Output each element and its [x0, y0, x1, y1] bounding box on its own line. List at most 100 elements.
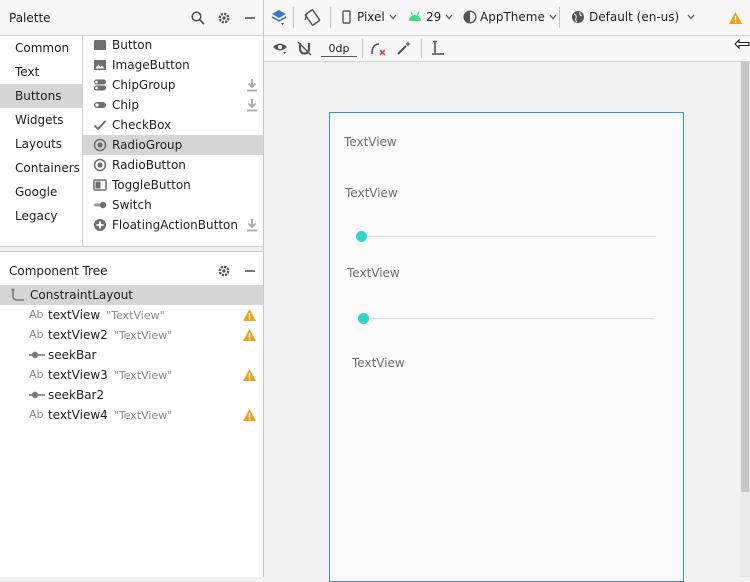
checkbox-icon: [93, 120, 107, 131]
tree-item-textview3[interactable]: Ab textView3 "TextView": [0, 365, 263, 385]
magnet-off-icon[interactable]: [297, 41, 312, 56]
seekbar-icon: [29, 351, 45, 359]
palette-item-chip[interactable]: Chip: [83, 95, 263, 115]
radio-group-icon: [93, 138, 107, 152]
seekbar-track: [364, 318, 654, 319]
palette-header: Palette: [0, 0, 263, 36]
category-containers[interactable]: Containers: [0, 156, 82, 180]
gear-icon[interactable]: [215, 262, 232, 279]
tree-item-textview4[interactable]: Ab textView4 "TextView": [0, 405, 263, 425]
canvas-seekbar2[interactable]: [358, 313, 654, 325]
left-pane: Palette Common Text Buttons Widgets Layo…: [0, 0, 264, 577]
canvas-textview3[interactable]: TextView: [347, 266, 400, 280]
layers-icon[interactable]: [270, 8, 288, 26]
category-text[interactable]: Text: [0, 60, 82, 84]
toggle-button-icon: [93, 179, 107, 191]
scrollbar-thumb[interactable]: [741, 62, 749, 492]
phone-icon: [342, 10, 351, 24]
palette-item-button[interactable]: Button: [83, 35, 263, 55]
canvas-seekbar[interactable]: [356, 231, 656, 243]
text-view-icon: Ab: [29, 328, 44, 341]
device-selector[interactable]: Pixel: [342, 10, 397, 24]
button-icon: [94, 40, 106, 50]
palette-item-floatingactionbutton[interactable]: FloatingActionButton: [83, 215, 263, 235]
palette-item-radiobutton[interactable]: RadioButton: [83, 155, 263, 175]
fab-icon: [94, 219, 106, 231]
palette-categories: Common Text Buttons Widgets Layouts Cont…: [0, 36, 83, 246]
warning-icon[interactable]: [242, 328, 257, 342]
minimize-icon[interactable]: [241, 262, 258, 279]
download-icon[interactable]: [245, 77, 259, 93]
text-view-icon: Ab: [29, 308, 44, 321]
toolbar-separator: [330, 7, 331, 28]
component-tree-title: Component Tree: [9, 264, 108, 278]
palette-item-togglebutton[interactable]: ToggleButton: [83, 175, 263, 195]
canvas-textview[interactable]: TextView: [344, 135, 397, 149]
chevron-down-icon: [389, 14, 397, 20]
clear-constraints-icon[interactable]: [370, 40, 387, 57]
minimize-icon[interactable]: [241, 9, 258, 26]
canvas-textview4[interactable]: TextView: [352, 356, 405, 370]
seekbar-track: [362, 236, 656, 237]
palette-title: Palette: [9, 11, 51, 25]
chevron-down-icon: [687, 14, 695, 20]
infer-constraints-icon[interactable]: [396, 40, 412, 56]
download-icon[interactable]: [245, 97, 259, 113]
warning-icon[interactable]: [242, 368, 257, 382]
chevron-down-icon: [549, 14, 557, 20]
image-button-icon: [94, 60, 106, 70]
design-toolbar: Pixel 29 AppTheme Default (en-us): [264, 0, 750, 36]
palette-items: Button ImageButton ChipGroup Chip CheckB…: [83, 36, 263, 246]
warning-icon[interactable]: [242, 308, 257, 322]
tree-item-seekbar[interactable]: seekBar: [0, 345, 263, 365]
gear-icon[interactable]: [215, 9, 232, 26]
warning-icon[interactable]: [242, 408, 257, 422]
category-common[interactable]: Common: [0, 36, 82, 60]
canvas-textview2[interactable]: TextView: [345, 186, 398, 200]
category-layouts[interactable]: Layouts: [0, 132, 82, 156]
warning-icon[interactable]: [728, 11, 743, 25]
category-google[interactable]: Google: [0, 180, 82, 204]
palette-item-radiogroup[interactable]: RadioGroup: [83, 135, 263, 155]
api-level-selector[interactable]: 29: [408, 10, 453, 24]
layout-toolbar: 0dp: [264, 36, 750, 62]
pane-divider[interactable]: [0, 246, 263, 252]
globe-icon: [572, 11, 584, 23]
orientation-icon[interactable]: [304, 9, 321, 26]
search-icon[interactable]: [189, 9, 206, 26]
switch-icon: [94, 201, 107, 209]
locale-selector[interactable]: Default (en-us): [571, 10, 695, 24]
palette-item-switch[interactable]: Switch: [83, 195, 263, 215]
eye-icon[interactable]: [272, 41, 288, 55]
theme-icon: [463, 10, 477, 24]
guidelines-icon[interactable]: [431, 40, 445, 56]
chevron-down-icon: [445, 14, 453, 20]
seekbar-thumb[interactable]: [358, 313, 369, 324]
palette-item-imagebutton[interactable]: ImageButton: [83, 55, 263, 75]
device-screen[interactable]: TextView TextView TextView TextView: [329, 112, 684, 582]
seekbar-thumb[interactable]: [356, 231, 367, 242]
tree-item-seekbar2[interactable]: seekBar2: [0, 385, 263, 405]
component-tree-header: Component Tree: [0, 257, 263, 284]
category-legacy[interactable]: Legacy: [0, 204, 82, 228]
tree-root-constraintlayout[interactable]: ConstraintLayout: [0, 285, 263, 305]
default-margin-selector[interactable]: 0dp: [321, 40, 357, 57]
palette-item-chipgroup[interactable]: ChipGroup: [83, 75, 263, 95]
category-buttons[interactable]: Buttons: [0, 84, 82, 108]
android-icon: [409, 11, 421, 21]
palette-item-checkbox[interactable]: CheckBox: [83, 115, 263, 135]
chip-group-icon: [94, 79, 106, 91]
tree-item-textview[interactable]: Ab textView "TextView": [0, 305, 263, 325]
toolbar-separator: [362, 39, 363, 58]
attributes-panel-toggle[interactable]: [734, 38, 750, 50]
toolbar-separator: [421, 39, 422, 58]
theme-selector[interactable]: AppTheme: [463, 10, 557, 24]
chip-icon: [94, 102, 106, 108]
download-icon[interactable]: [245, 217, 259, 233]
text-view-icon: Ab: [29, 408, 44, 421]
toolbar-separator: [293, 7, 294, 28]
category-widgets[interactable]: Widgets: [0, 108, 82, 132]
vertical-scrollbar[interactable]: [740, 62, 750, 577]
tree-item-textview2[interactable]: Ab textView2 "TextView": [0, 325, 263, 345]
seekbar-icon: [29, 391, 45, 399]
